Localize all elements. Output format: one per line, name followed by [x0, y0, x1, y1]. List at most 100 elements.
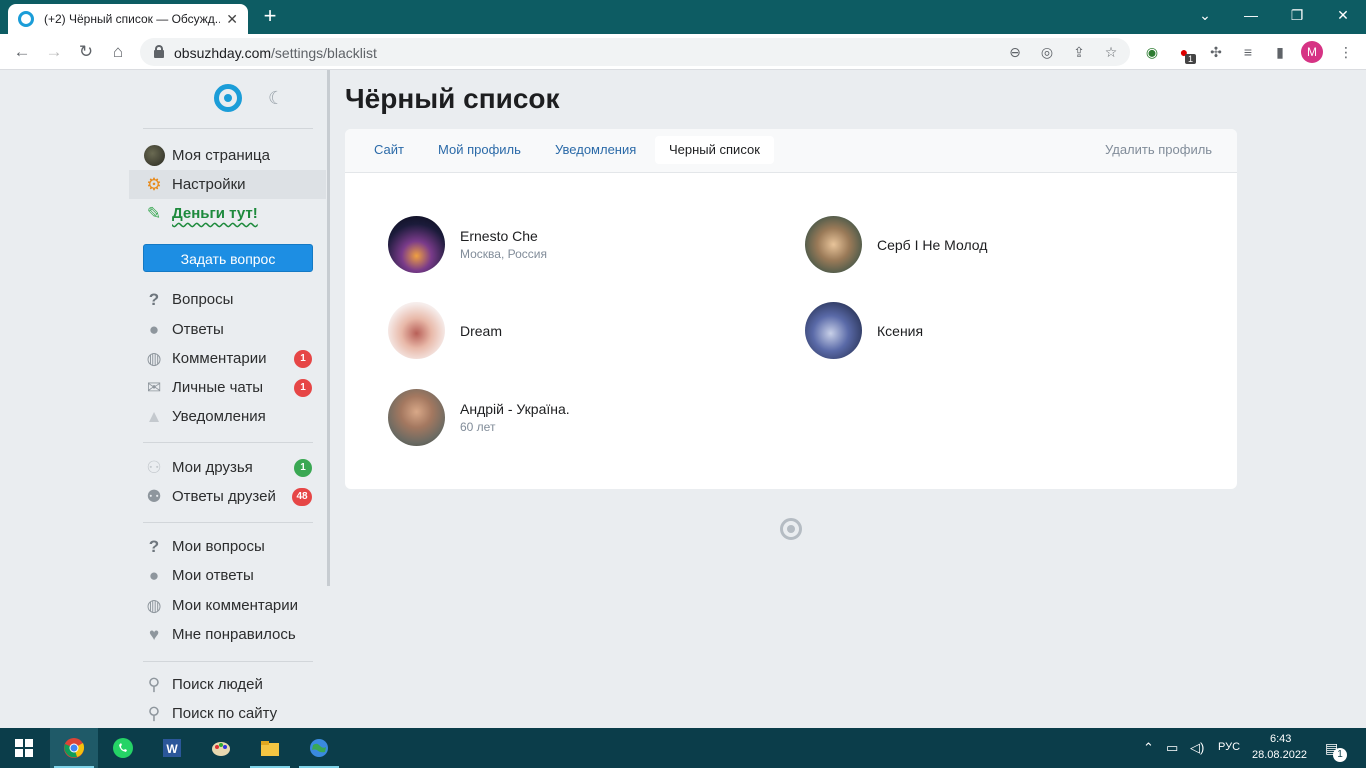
settings-card: Сайт Мой профиль Уведомления Черный спис… [345, 129, 1237, 489]
address-bar[interactable]: obsuzhday.com/settings/blacklist ⊖ ◎ ⇪ ☆ [140, 38, 1130, 66]
sidebar-item-settings[interactable]: ⚙ Настройки [129, 170, 326, 199]
sidebar-item-liked[interactable]: ♥ Мне понравилось [129, 620, 326, 649]
sidebar-item-my-page[interactable]: Моя страница [129, 141, 326, 170]
sidebar-item-my-comments[interactable]: ◍ Мои комментарии [129, 591, 326, 620]
browser-tab-active[interactable]: (+2) Чёрный список — Обсужд... ✕ [8, 4, 248, 34]
sidebar-item-friends[interactable]: ⚇ Мои друзья 1 [129, 453, 326, 482]
tab-blacklist[interactable]: Черный список [655, 136, 774, 164]
browser-tabstrip: (+2) Чёрный список — Обсужд... ✕ + ⌄ — ❐… [0, 0, 1366, 34]
forward-arrow-icon[interactable]: → [42, 40, 66, 64]
user-avatar[interactable] [388, 216, 445, 273]
url-text[interactable]: obsuzhday.com/settings/blacklist [174, 45, 377, 61]
globe-extension-icon[interactable]: ◉ [1142, 42, 1162, 62]
sidebar-item-questions[interactable]: ? Вопросы [129, 285, 326, 314]
sidebar-scrollbar[interactable] [327, 70, 330, 586]
gears-icon: ⚙ [146, 174, 162, 194]
volume-icon[interactable]: ◁) [1190, 740, 1204, 756]
user-name[interactable]: Ксения [877, 323, 923, 339]
zoom-icon[interactable]: ⊖ [1006, 43, 1024, 61]
sidebar-item-friends-answers[interactable]: ⚉ Ответы друзей 48 [129, 482, 326, 511]
moon-dark-mode-icon[interactable]: ☾ [268, 88, 284, 109]
blacklist-item[interactable]: Ernesto Che Москва, Россия [388, 216, 547, 273]
sidebar-item-money[interactable]: ✎ Деньги тут! [129, 199, 326, 228]
user-age: 60 лет [460, 420, 496, 434]
bookmark-star-icon[interactable]: ☆ [1102, 43, 1120, 61]
sidebar-item-my-answers[interactable]: ● Мои ответы [129, 561, 326, 590]
chrome-taskbar-icon[interactable] [50, 728, 98, 768]
puzzle-extensions-icon[interactable]: ✣ [1206, 42, 1226, 62]
comments-icon: ◍ [146, 595, 162, 615]
user-name[interactable]: Dream [460, 323, 502, 339]
extension-badge: 1 [1185, 54, 1197, 64]
input-language[interactable]: РУС [1218, 741, 1240, 753]
user-name[interactable]: Андрій - Україна. [460, 401, 570, 417]
windows-start-icon[interactable] [0, 728, 48, 768]
user-avatar[interactable] [388, 389, 445, 446]
globe-app-taskbar-icon[interactable] [295, 728, 343, 768]
user-avatar[interactable] [805, 216, 862, 273]
new-tab-button[interactable]: + [258, 4, 282, 28]
media-queue-icon[interactable]: ≡ [1238, 42, 1258, 62]
clock-time[interactable]: 6:43 [1270, 733, 1291, 745]
network-icon[interactable]: ▭ [1166, 740, 1178, 756]
restore-button[interactable]: ❐ [1274, 0, 1320, 30]
clock-date[interactable]: 28.08.2022 [1252, 749, 1307, 761]
sidebar-item-label: Поиск по сайту [172, 705, 278, 722]
sidebar-item-label: Поиск людей [172, 676, 263, 693]
tab-search-chevron-icon[interactable]: ⌄ [1182, 0, 1228, 30]
sidebar-item-site-search[interactable]: ⚲ Поиск по сайту [129, 699, 326, 728]
divider [143, 522, 313, 523]
friends-answers-badge: 48 [292, 487, 312, 506]
word-taskbar-icon[interactable]: W [148, 728, 196, 768]
user-avatar[interactable] [805, 302, 862, 359]
sidebar: ☾ Моя страница ⚙ Настройки ✎ Деньги тут!… [0, 70, 327, 728]
sidebar-item-comments[interactable]: ◍ Комментарии 1 [129, 344, 326, 373]
url-path: /settings/blacklist [271, 45, 377, 61]
sidebar-item-notifications[interactable]: ▲ Уведомления [129, 402, 326, 431]
comments-icon: ◍ [146, 348, 162, 368]
site-favicon-icon [18, 11, 34, 27]
blacklist-item[interactable]: Серб I Не Молод [805, 216, 987, 273]
reload-icon[interactable]: ↻ [74, 40, 98, 64]
blacklist-item[interactable]: Ксения [805, 302, 923, 359]
user-avatar[interactable] [388, 302, 445, 359]
sidebar-item-my-questions[interactable]: ? Мои вопросы [129, 532, 326, 561]
svg-text:W: W [166, 742, 178, 756]
question-icon: ? [148, 536, 160, 556]
site-logo-icon[interactable] [214, 84, 242, 112]
paint-taskbar-icon[interactable] [197, 728, 245, 768]
sidebar-item-people-search[interactable]: ⚲ Поиск людей [129, 670, 326, 699]
user-name[interactable]: Серб I Не Молод [877, 237, 987, 253]
home-icon[interactable]: ⌂ [106, 40, 130, 64]
delete-profile-link[interactable]: Удалить профиль [1091, 136, 1226, 164]
lock-icon[interactable] [154, 45, 164, 58]
divider [143, 442, 313, 443]
close-window-button[interactable]: ✕ [1320, 0, 1366, 30]
eye-off-icon[interactable]: ◎ [1038, 43, 1056, 61]
browser-menu-icon[interactable]: ⋮ [1336, 42, 1356, 62]
tray-chevron-icon[interactable]: ⌃ [1143, 740, 1154, 756]
ask-question-button[interactable]: Задать вопрос [143, 244, 313, 272]
tab-my-profile[interactable]: Мой профиль [424, 136, 535, 164]
sidebar-item-label: Мои ответы [172, 567, 254, 584]
speech-bubble-icon: ● [148, 319, 160, 339]
sidebar-item-answers[interactable]: ● Ответы [129, 315, 326, 344]
sidebar-item-label: Уведомления [172, 408, 266, 425]
minimize-button[interactable]: — [1228, 0, 1274, 30]
tab-close-icon[interactable]: ✕ [226, 11, 238, 28]
back-arrow-icon[interactable]: ← [10, 40, 34, 64]
profile-avatar[interactable]: M [1301, 41, 1323, 63]
user-name[interactable]: Ernesto Che [460, 228, 547, 244]
envelope-icon: ✉ [146, 377, 162, 397]
blacklist-item[interactable]: Андрій - Україна. 60 лет [388, 389, 570, 446]
friends-badge: 1 [294, 458, 312, 477]
tab-notifications[interactable]: Уведомления [541, 136, 650, 164]
sidebar-item-label: Мои друзья [172, 459, 253, 476]
whatsapp-taskbar-icon[interactable] [99, 728, 147, 768]
file-explorer-taskbar-icon[interactable] [246, 728, 294, 768]
tab-site[interactable]: Сайт [360, 136, 418, 164]
sidebar-item-chats[interactable]: ✉ Личные чаты 1 [129, 373, 326, 402]
share-icon[interactable]: ⇪ [1070, 43, 1088, 61]
side-panel-icon[interactable]: ▮ [1270, 42, 1290, 62]
blacklist-item[interactable]: Dream [388, 302, 502, 359]
